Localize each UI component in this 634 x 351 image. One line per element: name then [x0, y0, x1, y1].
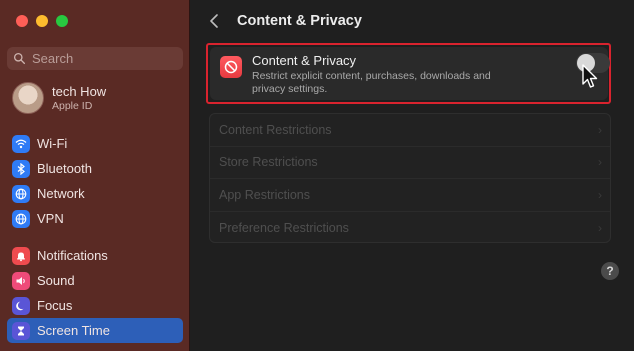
sidebar-item-sound[interactable]: Sound [7, 268, 183, 293]
highlight-annotation [206, 43, 611, 104]
help-button[interactable]: ? [601, 262, 619, 280]
chevron-right-icon: › [598, 122, 602, 137]
sidebar-item-label: Sound [37, 273, 75, 288]
restrictions-list: Content Restrictions › Store Restriction… [209, 113, 611, 243]
profile-subtitle: Apple ID [52, 100, 93, 112]
list-item-label: Store Restrictions [219, 155, 318, 170]
list-item-label: App Restrictions [219, 187, 311, 202]
search-field[interactable] [7, 47, 183, 70]
list-item-content-restrictions[interactable]: Content Restrictions › [210, 114, 610, 147]
bell-icon [12, 246, 30, 265]
window-controls [16, 15, 68, 27]
chevron-right-icon: › [598, 220, 602, 235]
bluetooth-icon [12, 159, 30, 178]
sidebar-item-bluetooth[interactable]: Bluetooth [7, 156, 183, 181]
chevron-right-icon: › [598, 155, 602, 170]
sidebar-item-screen-time[interactable]: Screen Time [7, 318, 183, 343]
sidebar-item-label: Bluetooth [37, 161, 92, 176]
sidebar-item-label: Focus [37, 298, 73, 313]
speaker-icon [12, 271, 30, 290]
toolbar: Content & Privacy [209, 12, 362, 30]
main-pane: Content & Privacy Content & Privacy Rest… [191, 0, 634, 351]
settings-window: tech How Apple ID Wi-Fi Bluetooth Networ… [0, 0, 634, 351]
apple-id-profile[interactable]: tech How Apple ID [12, 82, 106, 114]
close-window-button[interactable] [16, 15, 28, 27]
search-icon [13, 52, 26, 65]
wifi-icon [12, 134, 30, 153]
avatar [12, 82, 44, 114]
sidebar-item-label: Screen Time [37, 323, 110, 338]
sidebar-item-network[interactable]: Network [7, 181, 183, 206]
list-item-label: Content Restrictions [219, 122, 332, 137]
back-button[interactable] [209, 12, 223, 30]
chevron-left-icon [210, 14, 218, 28]
sidebar-item-label: Wi-Fi [37, 136, 68, 151]
sidebar-item-vpn[interactable]: VPN [7, 206, 183, 231]
hourglass-icon [12, 321, 30, 340]
sidebar: tech How Apple ID Wi-Fi Bluetooth Networ… [0, 0, 190, 351]
sidebar-item-label: Notifications [37, 248, 108, 263]
list-item-preference-restrictions[interactable]: Preference Restrictions › [210, 212, 610, 245]
vpn-globe-icon [12, 209, 30, 228]
sidebar-item-label: VPN [37, 211, 64, 226]
list-item-store-restrictions[interactable]: Store Restrictions › [210, 147, 610, 179]
minimize-window-button[interactable] [36, 15, 48, 27]
mouse-cursor-icon [582, 64, 598, 88]
moon-icon [12, 296, 30, 315]
globe-icon [12, 184, 30, 203]
search-input[interactable] [32, 51, 172, 66]
sidebar-item-notifications[interactable]: Notifications [7, 243, 183, 268]
list-item-app-restrictions[interactable]: App Restrictions › [210, 179, 610, 212]
sidebar-item-focus[interactable]: Focus [7, 293, 183, 318]
list-item-label: Preference Restrictions [219, 220, 349, 235]
sidebar-item-wifi[interactable]: Wi-Fi [7, 131, 183, 156]
page-title: Content & Privacy [237, 13, 362, 29]
zoom-window-button[interactable] [56, 15, 68, 27]
profile-name: tech How [52, 84, 107, 99]
chevron-right-icon: › [598, 187, 602, 202]
sidebar-item-label: Network [37, 186, 85, 201]
